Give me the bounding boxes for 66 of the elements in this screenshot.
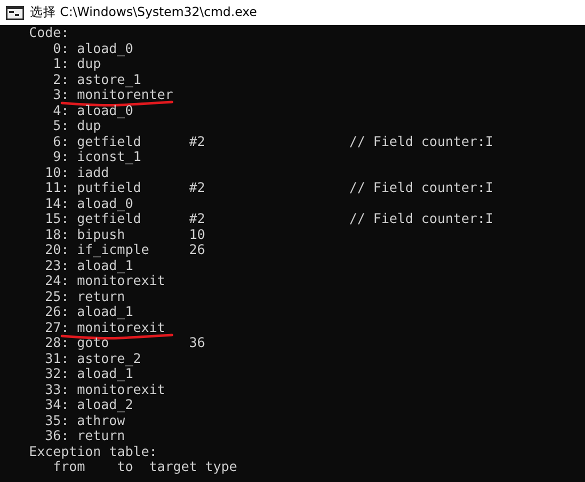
line-number: 5: — [52, 119, 70, 134]
line-number: 31: — [44, 352, 70, 367]
line-number: 9: — [52, 150, 70, 166]
console-line: from to target type — [52, 460, 238, 476]
opcode: getfield — [77, 212, 142, 228]
line-number: 27: — [44, 320, 70, 336]
opcode: dup — [77, 57, 102, 72]
line-number: 18: — [44, 228, 70, 243]
operand: 36 — [189, 336, 206, 352]
line-number: 26: — [44, 305, 70, 320]
line-number: 23: — [44, 258, 70, 274]
line-number: 24: — [44, 274, 70, 290]
opcode: iconst_1 — [77, 150, 142, 166]
opcode: if_icmple — [77, 243, 150, 258]
line-number: 35: — [44, 414, 70, 429]
line-number: 33: — [44, 382, 70, 398]
line-number: 20: — [44, 243, 70, 258]
opcode: monitorexit — [77, 274, 166, 290]
opcode: aload_2 — [77, 398, 134, 414]
opcode: monitorexit — [77, 382, 166, 398]
line-number: 1: — [52, 57, 70, 72]
operand: #2 — [189, 212, 206, 228]
opcode: goto — [77, 336, 110, 352]
opcode: bipush — [77, 228, 126, 243]
console-line: Exception table: — [28, 444, 158, 460]
opcode: aload_0 — [77, 196, 134, 212]
opcode: aload_1 — [77, 367, 134, 382]
opcode: aload_1 — [77, 258, 134, 274]
opcode: getfield — [77, 134, 142, 150]
console-line: Code: — [28, 26, 70, 42]
console-icon — [6, 6, 24, 20]
opcode: monitorenter — [77, 88, 174, 104]
opcode: aload_1 — [77, 305, 134, 320]
line-number: 34: — [44, 398, 70, 414]
line-number: 15: — [44, 212, 70, 228]
line-number: 6: — [52, 134, 70, 150]
line-number: 28: — [44, 336, 70, 352]
code-comment: // Field counter:I — [349, 212, 494, 228]
line-number: 14: — [44, 196, 70, 212]
code-comment: // Field counter:I — [349, 181, 494, 196]
operand: #2 — [189, 181, 206, 196]
line-number: 10: — [44, 166, 70, 181]
opcode: astore_2 — [77, 352, 142, 367]
operand: 10 — [189, 228, 206, 243]
line-number: 2: — [52, 72, 70, 88]
line-number: 3: — [52, 88, 70, 104]
opcode: monitorexit — [77, 320, 166, 336]
line-number: 11: — [44, 181, 70, 196]
opcode: athrow — [77, 414, 126, 429]
line-number: 0: — [52, 42, 70, 57]
opcode: return — [77, 429, 126, 444]
opcode: aload_0 — [77, 42, 134, 57]
opcode: return — [77, 290, 126, 305]
operand: #2 — [189, 134, 206, 150]
window-title: 选择 C:\Windows\System32\cmd.exe — [30, 4, 257, 21]
opcode: dup — [77, 119, 102, 134]
opcode: astore_1 — [77, 72, 142, 88]
operand: 26 — [189, 243, 206, 258]
opcode: iadd — [77, 166, 110, 181]
line-number: 32: — [44, 367, 70, 382]
line-number: 4: — [52, 104, 70, 119]
code-comment: // Field counter:I — [349, 134, 494, 150]
line-number: 36: — [44, 429, 70, 444]
opcode: putfield — [77, 181, 142, 196]
opcode: aload_0 — [77, 104, 134, 119]
line-number: 25: — [44, 290, 70, 305]
